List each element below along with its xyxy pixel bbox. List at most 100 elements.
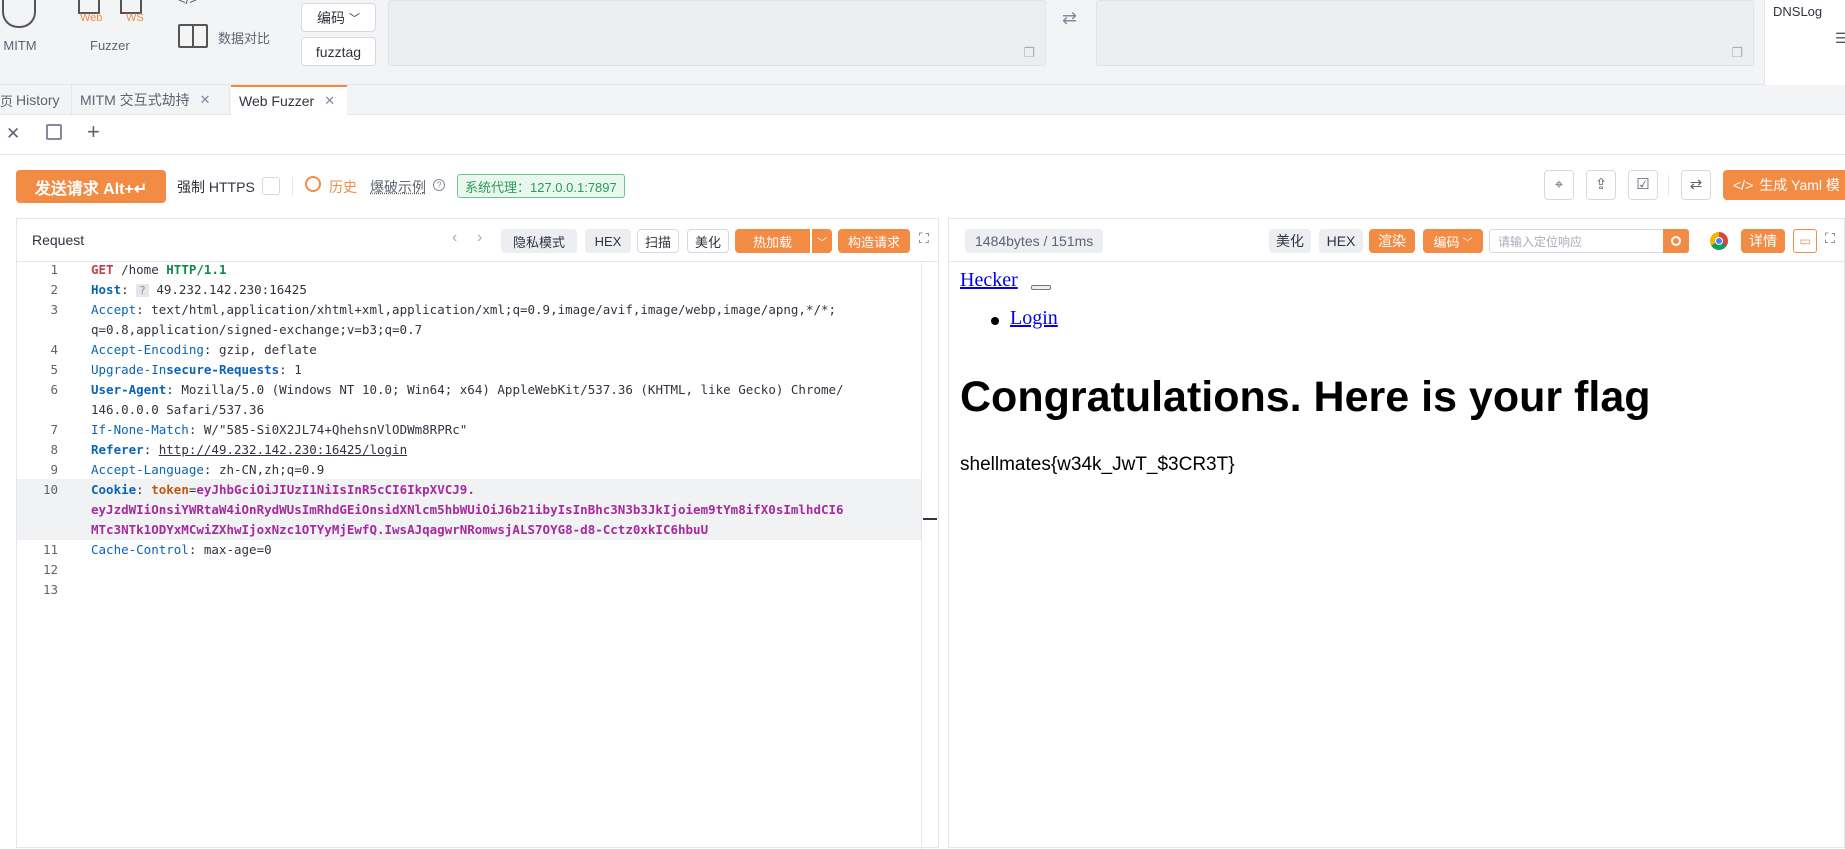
proxy-badge[interactable]: 系统代理：127.0.0.1:7897 (457, 174, 625, 198)
fuzztag-button[interactable]: fuzztag (301, 37, 376, 66)
chrome-icon[interactable] (1710, 232, 1728, 250)
copy-icon[interactable]: ❐ (1023, 45, 1035, 61)
send-label: 发送请求 Alt+↵ (34, 180, 148, 198)
encode-output-panel[interactable]: ❐ (1096, 0, 1754, 66)
code-line: eyJzdWIiOnsiYWRtaW4iOnRydWUsImRhdGEiOnsi… (91, 502, 844, 517)
chevron-down-icon: ﹀ (817, 237, 827, 249)
list-bullet (991, 317, 999, 325)
fuzztag-label: fuzztag (315, 43, 362, 60)
divider (1668, 175, 1669, 195)
request-header: Request ‹ › 隐私模式 HEX 扫描 美化 热加载 ﹀ 构造请求 ⛶ (17, 219, 938, 262)
close-icon[interactable]: ✕ (200, 92, 211, 108)
code-line: Host: ? 49.232.142.230:16425 (91, 282, 307, 297)
code-line: Accept-Encoding: gzip, deflate (91, 342, 317, 357)
render-button[interactable]: 渲染 (1369, 229, 1415, 253)
search-button[interactable] (1663, 229, 1689, 253)
data-compare-tool[interactable]: </> 数据对比 (176, 0, 276, 60)
build-request-button[interactable]: 构造请求 (838, 229, 910, 253)
private-mode-button[interactable]: 隐私模式 (501, 229, 577, 253)
history-link[interactable]: 历史 (329, 177, 357, 197)
mitm-tool[interactable]: MITM (0, 0, 40, 60)
export-icon-button[interactable]: ⇪ (1586, 170, 1616, 200)
editor-scrollbar[interactable] (921, 263, 922, 849)
chevron-right-icon[interactable]: › (477, 229, 482, 247)
web-fuzzer-tool[interactable]: Web (74, 0, 108, 26)
action-bar: 发送请求 Alt+↵ 强制 HTTPS 历史 爆破示例 ? 系统代理：127.0… (0, 155, 1845, 217)
send-request-button[interactable]: 发送请求 Alt+↵ (16, 170, 166, 203)
encode-input-panel[interactable]: ❐ (388, 0, 1046, 66)
code-line: GET /home HTTP/1.1 (91, 262, 227, 277)
share-icon-button[interactable]: ⌖ (1544, 170, 1574, 200)
fullscreen-icon[interactable]: ⛶ (1825, 230, 1835, 247)
navbar-toggle-button[interactable] (1031, 285, 1051, 290)
generate-yaml-button[interactable]: </> 生成 Yaml 模 (1723, 170, 1845, 200)
line-number: 10 (42, 482, 58, 497)
code-icon: </> (178, 0, 197, 7)
copy-icon[interactable]: ❐ (1731, 45, 1743, 61)
code-line: Accept-Language: zh-CN,zh;q=0.9 (91, 462, 325, 477)
chevron-left-icon[interactable]: ‹ (452, 229, 457, 247)
divider (292, 177, 293, 195)
tab-mitm[interactable]: MITM 交互式劫持 ✕ (72, 85, 230, 115)
hotload-label: 热加载 (752, 234, 792, 250)
detail-button[interactable]: 详情 (1741, 229, 1785, 253)
data-compare-label: 数据对比 (218, 31, 271, 46)
nav-login-link[interactable]: Login (1010, 307, 1058, 330)
code-icon: </> (1733, 177, 1754, 193)
line-number: 8 (50, 442, 58, 457)
mitm-icon (2, 0, 36, 28)
plus-icon[interactable]: + (87, 119, 100, 145)
compare-icon (178, 24, 208, 48)
comment-icon-button[interactable]: ▭ (1793, 229, 1817, 253)
swap-icon[interactable]: ⇄ (1062, 8, 1077, 29)
code-line: Upgrade-Insecure-Requests: 1 (91, 362, 302, 377)
brand-link[interactable]: Hecker (960, 269, 1018, 292)
force-https-checkbox[interactable] (262, 177, 280, 195)
menu-icon[interactable]: ☰ (1835, 30, 1845, 47)
yaml-label: 生成 Yaml 模 (1759, 177, 1840, 193)
hex-button[interactable]: HEX (585, 229, 631, 253)
code-line: q=0.8,application/signed-exchange;v=b3;q… (91, 322, 423, 337)
tab-bar: 页 History MITM 交互式劫持 ✕ Web Fuzzer ✕ (0, 85, 1845, 115)
code-line: Accept: text/html,application/xhtml+xml,… (91, 302, 837, 317)
save-icon[interactable] (46, 124, 62, 140)
tab-history[interactable]: History (10, 85, 72, 115)
import-icon-button[interactable]: ☑ (1628, 170, 1658, 200)
scan-button[interactable]: 扫描 (637, 229, 679, 253)
fuzzer-label: Fuzzer (90, 38, 130, 53)
encode-label: 编码 (317, 9, 345, 26)
help-icon[interactable]: ? (433, 179, 445, 191)
line-number: 3 (50, 302, 58, 317)
hotload-dropdown[interactable]: ﹀ (812, 229, 832, 253)
cursor-mark (923, 518, 937, 520)
fullscreen-icon[interactable]: ⛶ (919, 230, 929, 247)
close-icon[interactable]: ✕ (6, 124, 20, 144)
beautify-button[interactable]: 美化 (687, 229, 729, 253)
dnslog-panel[interactable]: DNSLog ☰ (1764, 0, 1845, 85)
code-line: Cache-Control: max-age=0 (91, 542, 272, 557)
hex-label: HEX (594, 233, 622, 249)
hex-label: HEX (1326, 233, 1356, 249)
ws-fuzzer-tool[interactable]: WS (118, 0, 148, 26)
line-number: 11 (42, 542, 58, 557)
line-number: 2 (50, 282, 58, 297)
hex-button[interactable]: HEX (1319, 229, 1363, 253)
scan-label: 扫描 (644, 234, 671, 250)
code-line: MTc3NTk1ODYxMCwiZXhwIjoxNzc1OTYyMjEwfQ.I… (91, 522, 709, 537)
code-line: User-Agent: Mozilla/5.0 (Windows NT 10.0… (91, 382, 844, 397)
line-number: 1 (50, 262, 58, 277)
top-toolbar: MITM Web WS Fuzzer </> 数据对比 编码 ﹀ fuzztag… (0, 0, 1845, 85)
encode-dropdown[interactable]: 编码 ﹀ (1423, 229, 1483, 253)
beautify-button[interactable]: 美化 (1269, 229, 1311, 253)
tab-web-fuzzer[interactable]: Web Fuzzer ✕ (231, 85, 347, 115)
line-number: 4 (50, 342, 58, 357)
example-link[interactable]: 爆破示例 (370, 177, 426, 197)
swap-icon-button[interactable]: ⇄ (1681, 170, 1711, 200)
info-badge[interactable]: ? (136, 284, 149, 297)
encode-label: 编码 (1433, 234, 1460, 250)
hotload-button[interactable]: 热加载 (735, 229, 810, 253)
response-search-input[interactable]: 请输入定位响应 (1489, 229, 1667, 253)
tab-label: Web Fuzzer (239, 93, 315, 109)
encode-button[interactable]: 编码 ﹀ (301, 3, 376, 32)
close-icon[interactable]: ✕ (324, 93, 335, 109)
